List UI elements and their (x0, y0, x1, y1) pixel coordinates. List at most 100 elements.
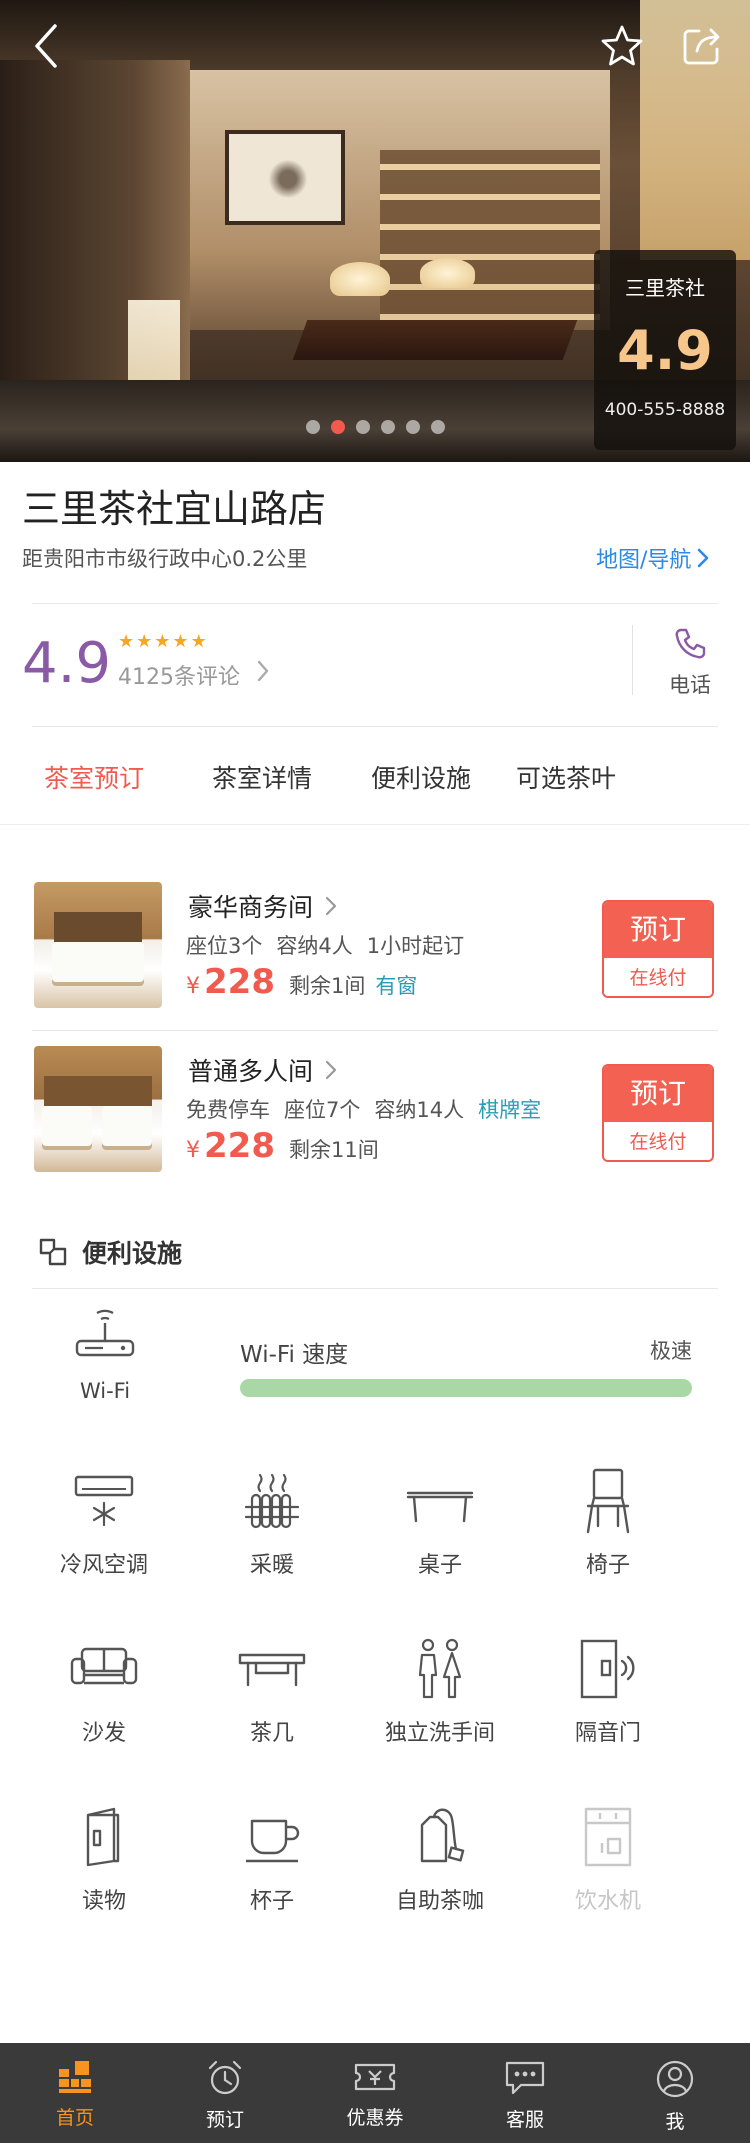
chevron-right-icon (325, 1060, 337, 1080)
facility-label: 茶几 (249, 1721, 294, 1746)
nav-customer-service[interactable]: 客服 (450, 2043, 600, 2143)
reviews-link[interactable]: 4125条评论 (118, 659, 240, 691)
facility-label: 独立洗手间 (384, 1721, 495, 1746)
room-photo-bed (102, 1106, 152, 1146)
currency-symbol: ¥ (186, 974, 200, 999)
rating-row: 4.9 ★ ★ ★ ★ ★ 4125条评论 电话 (0, 605, 750, 725)
room-remaining: 剩余1间 (288, 974, 366, 998)
nav-coupons[interactable]: 优惠券 (300, 2043, 450, 2143)
favorite-button[interactable] (594, 18, 650, 74)
book-icon (86, 1807, 120, 1867)
hero-photo-shelves (380, 150, 600, 320)
facility-item: 独立洗手间 (356, 1633, 524, 1747)
facility-item: 自助茶咖 (356, 1801, 524, 1915)
router-icon (75, 1309, 135, 1357)
room-name[interactable]: 普通多人间 (188, 1052, 337, 1088)
hero-carousel[interactable]: 三里茶社 4.9 400-555-8888 (0, 0, 750, 462)
vertical-divider (632, 625, 633, 695)
share-button[interactable] (674, 18, 730, 74)
share-icon (683, 28, 720, 65)
nav-home[interactable]: 首页 (0, 2043, 150, 2143)
tea-table-icon (238, 1653, 306, 1687)
room-price-line: ¥ 228 剩余1间 有窗 (186, 962, 417, 1002)
wifi-speed-value: 极速 (650, 1339, 692, 1363)
back-button[interactable] (18, 18, 74, 74)
cup-icon (246, 1819, 300, 1863)
table-icon (406, 1491, 474, 1523)
room-photo-bed (42, 1106, 92, 1146)
book-label: 预订 (604, 902, 712, 958)
shop-title: 三里茶社宜山路店 (22, 487, 327, 531)
carousel-dot[interactable] (331, 420, 345, 434)
room-price: 228 (204, 962, 275, 1002)
hero-photo-lamp (420, 258, 475, 288)
air-conditioner-icon (74, 1475, 134, 1527)
room-tag: 座位7个 (284, 1098, 361, 1122)
facility-item: 冷风空调 (20, 1465, 188, 1579)
chair-icon (586, 1468, 630, 1534)
currency-symbol: ¥ (186, 1138, 200, 1163)
map-navigation-link[interactable]: 地图/导航 (596, 542, 709, 574)
room-card[interactable]: 豪华商务间 座位3个 容纳4人 1小时起订 ¥ 228 剩余1间 有窗 预订 在… (0, 870, 750, 1032)
tab-facilities[interactable]: 便利设施 (371, 755, 471, 803)
facility-item: 隔音门 (524, 1633, 692, 1747)
soundproof-door-icon (580, 1639, 635, 1699)
chat-icon (505, 2061, 545, 2095)
room-feature-tag: 有窗 (375, 974, 418, 998)
carousel-dots (306, 420, 445, 434)
divider (32, 726, 718, 727)
tab-booking[interactable]: 茶室预订 (44, 755, 144, 803)
carousel-dot[interactable] (406, 420, 420, 434)
hero-photo-lamp (330, 262, 390, 296)
facility-label: 椅子 (585, 1553, 630, 1578)
wifi-speed-bar (240, 1379, 692, 1397)
rating-score: 4.9 (22, 631, 112, 696)
bottom-nav: 首页 预订 优惠券 客服 我 (0, 2043, 750, 2143)
alarm-clock-icon (208, 2060, 242, 2095)
facility-label: 杯子 (249, 1889, 294, 1914)
tab-tea-options[interactable]: 可选茶叶 (516, 755, 616, 803)
room-card[interactable]: 普通多人间 免费停车 座位7个 容纳14人 棋牌室 ¥ 228 剩余11间 预订… (0, 1034, 750, 1196)
room-tag: 免费停车 (186, 1098, 270, 1122)
wifi-speed-label: Wi-Fi 速度 (240, 1342, 349, 1368)
carousel-dot[interactable] (381, 420, 395, 434)
room-name[interactable]: 豪华商务间 (188, 888, 337, 924)
star-icon: ★ (154, 631, 171, 652)
hero-phone: 400-555-8888 (604, 400, 726, 420)
room-photo-headboard (54, 912, 142, 942)
rating-stars: ★ ★ ★ ★ ★ (118, 633, 207, 651)
carousel-dot[interactable] (306, 420, 320, 434)
star-icon (601, 25, 643, 66)
book-button[interactable]: 预订 在线付 (602, 1064, 714, 1162)
nav-label: 预订 (205, 2109, 244, 2131)
divider (32, 1288, 718, 1289)
facilities-header: 便利设施 (38, 1234, 182, 1270)
room-tag: 1小时起订 (366, 934, 465, 958)
phone-button[interactable]: 电话 (664, 627, 716, 699)
hero-rating-card: 三里茶社 4.9 400-555-8888 (594, 250, 736, 450)
nav-me[interactable]: 我 (600, 2043, 750, 2143)
chevron-right-icon[interactable] (256, 659, 270, 683)
hero-store-name: 三里茶社 (625, 276, 705, 300)
sofa-icon (70, 1647, 138, 1685)
nav-booking[interactable]: 预订 (150, 2043, 300, 2143)
facility-item: 读物 (20, 1801, 188, 1915)
star-icon: ★ (136, 631, 153, 652)
room-photo (34, 1046, 162, 1172)
facility-label: 隔音门 (574, 1721, 641, 1746)
tab-details[interactable]: 茶室详情 (212, 755, 312, 803)
nav-label: 首页 (55, 2107, 94, 2129)
facility-label: 采暖 (249, 1553, 294, 1578)
facility-item: 饮水机 (524, 1801, 692, 1915)
map-link-label: 地图/导航 (596, 548, 692, 573)
star-icon: ★ (172, 631, 189, 652)
facility-item: 采暖 (188, 1465, 356, 1579)
carousel-dot[interactable] (356, 420, 370, 434)
room-photo-headboard (44, 1076, 152, 1106)
facility-label: 饮水机 (574, 1889, 641, 1914)
room-remaining: 剩余11间 (288, 1138, 379, 1162)
divider (32, 1030, 718, 1031)
carousel-dot[interactable] (431, 420, 445, 434)
star-icon: ★ (118, 631, 135, 652)
book-button[interactable]: 预订 在线付 (602, 900, 714, 998)
